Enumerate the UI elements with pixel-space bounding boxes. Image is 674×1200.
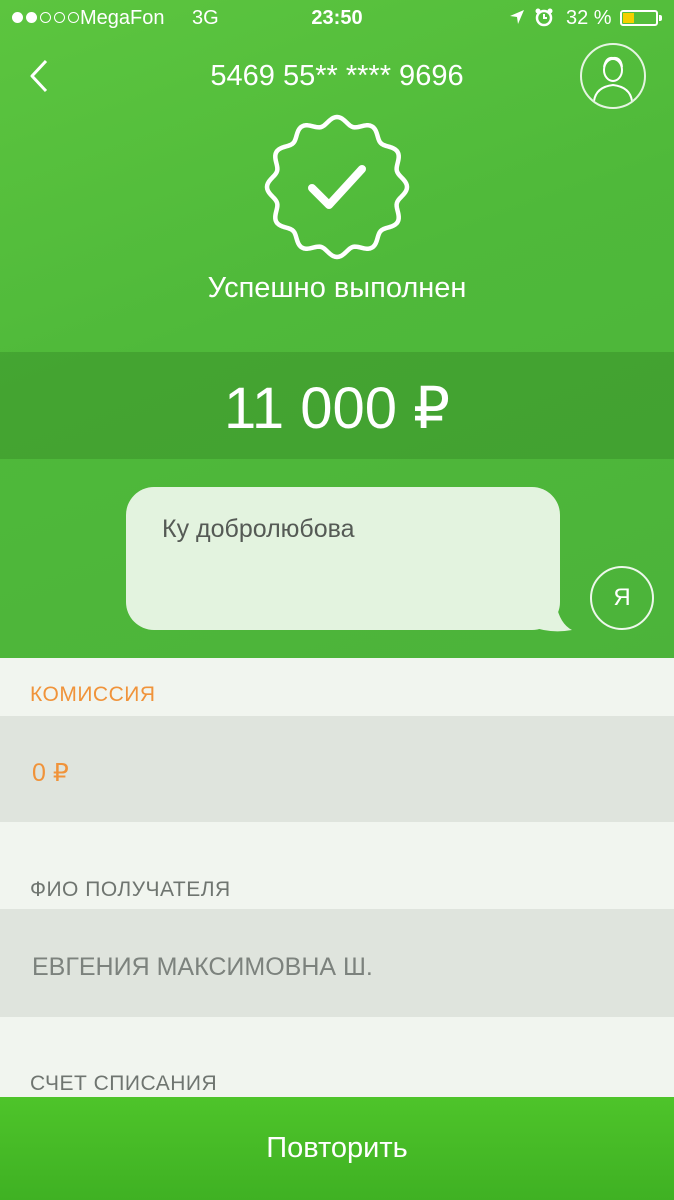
recipient-value: ЕВГЕНИЯ МАКСИМОВНА Ш. (32, 953, 373, 981)
alarm-clock-icon (535, 8, 553, 27)
sender-avatar: Я (590, 566, 654, 630)
recipient-label: ФИО ПОЛУЧАТЕЛЯ (30, 878, 231, 901)
location-arrow-icon (510, 10, 524, 24)
user-icon (593, 56, 633, 102)
battery-tip (659, 15, 662, 21)
bubble-tail (530, 604, 572, 632)
account-label: СЧЕТ СПИСАНИЯ (30, 1072, 218, 1095)
message-text: Ку добролюбова (162, 515, 355, 543)
profile-button[interactable] (580, 43, 646, 109)
recipient-row: ЕВГЕНИЯ МАКСИМОВНА Ш. (0, 909, 674, 1017)
commission-label: КОМИССИЯ (30, 683, 156, 706)
battery-icon (620, 10, 658, 26)
commission-value: 0 ₽ (32, 759, 69, 787)
card-number: 5469 55** **** 9696 (210, 60, 464, 92)
status-bar: MegaFon 3G 23:50 32 % (0, 0, 674, 38)
operation-status: Успешно выполнен (207, 272, 467, 304)
check-badge-icon (264, 114, 410, 260)
amount-band: 11 000 ₽ (0, 352, 674, 459)
repeat-button[interactable]: Повторить (0, 1097, 674, 1200)
transfer-amount: 11 000 ₽ (223, 376, 451, 441)
commission-row: 0 ₽ (0, 716, 674, 822)
battery-percentage: 32 % (566, 7, 612, 29)
message-bubble: Ку добролюбова (126, 487, 560, 630)
